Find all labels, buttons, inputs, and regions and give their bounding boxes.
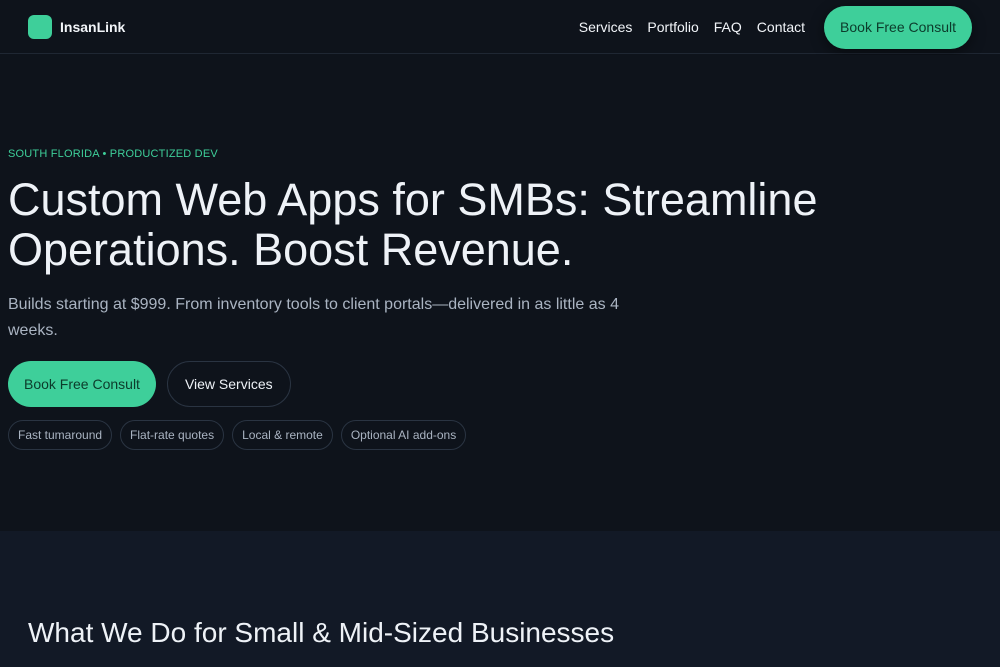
nav-link-faq[interactable]: FAQ xyxy=(714,19,742,35)
nav-link-contact[interactable]: Contact xyxy=(757,19,805,35)
brand-logo-icon xyxy=(28,15,52,39)
view-services-button[interactable]: View Services xyxy=(166,361,291,407)
brand[interactable]: InsanLink xyxy=(28,15,125,39)
chip-fast-turnaround: Fast tumaround xyxy=(8,420,113,450)
book-consult-button[interactable]: Book Free Consult xyxy=(8,361,156,407)
chip-ai-addons: Optional AI add-ons xyxy=(340,420,467,450)
brand-name: InsanLink xyxy=(60,19,126,35)
hero-actions: Book Free Consult View Services xyxy=(8,361,291,407)
services-section: What We Do for Small & Mid-Sized Busines… xyxy=(0,531,1000,667)
main-nav: Services Portfolio FAQ Contact Book Free… xyxy=(579,5,972,49)
hero-title: Custom Web Apps for SMBs: Streamline Ope… xyxy=(8,174,818,275)
chip-local-remote: Local & remote xyxy=(232,420,333,450)
nav-link-portfolio[interactable]: Portfolio xyxy=(647,19,698,35)
hero-subtitle: Builds starting at $999. From inventory … xyxy=(8,296,619,339)
book-consult-nav-button[interactable]: Book Free Consult xyxy=(824,5,972,49)
services-section-title: What We Do for Small & Mid-Sized Busines… xyxy=(28,617,615,648)
nav-link-services[interactable]: Services xyxy=(579,19,633,35)
hero-eyebrow: SOUTH FLORIDA • PRODUCTIZED DEV xyxy=(8,148,218,160)
hero-section: SOUTH FLORIDA • PRODUCTIZED DEV Custom W… xyxy=(0,55,1000,531)
feature-chips: Fast tumaround Flat-rate quotes Local & … xyxy=(8,420,474,450)
chip-flat-rate: Flat-rate quotes xyxy=(120,420,225,450)
top-navbar: InsanLink Services Portfolio FAQ Contact… xyxy=(0,0,1000,54)
